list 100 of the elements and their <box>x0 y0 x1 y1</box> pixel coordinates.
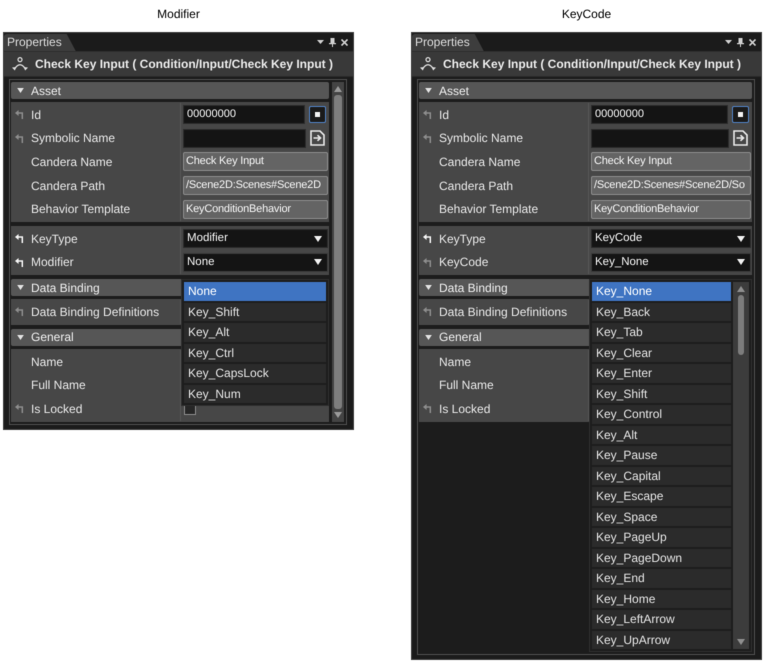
dropdown-option[interactable]: Key_Back <box>592 302 731 322</box>
dropdown-caret-icon[interactable] <box>725 40 732 44</box>
property-label: Name <box>439 354 472 369</box>
property-label: Id <box>31 108 42 122</box>
dropdown-option[interactable]: Key_CapsLock <box>184 364 326 383</box>
pin-icon[interactable] <box>329 38 336 46</box>
dropdown-option[interactable]: Key_Capital <box>592 466 731 486</box>
property-label: Symbolic Name <box>31 131 116 146</box>
close-icon[interactable] <box>749 38 756 46</box>
caret-icon <box>314 236 322 242</box>
caret-icon <box>737 259 745 266</box>
symbolic-name-field[interactable] <box>591 128 729 148</box>
property-label: KeyType <box>31 232 78 246</box>
square-icon <box>315 112 320 118</box>
readonly-field: /Scene2D:Scenes#Scene2D/So <box>591 176 751 196</box>
readonly-field: Check Key Input <box>591 152 751 172</box>
scroll-up-icon[interactable] <box>737 286 745 292</box>
return-arrow-icon[interactable] <box>15 234 24 244</box>
property-label: Candera Path <box>31 178 106 193</box>
expander-icon <box>425 88 432 93</box>
dropdown-option[interactable]: Key_Clear <box>592 344 731 362</box>
expander-icon <box>425 285 432 290</box>
scrollbar-thumb[interactable] <box>334 95 342 409</box>
property-label: Data Binding Definitions <box>439 304 568 319</box>
properties-tab[interactable]: Properties <box>4 34 76 51</box>
dropdown-field[interactable]: KeyCode <box>591 229 751 248</box>
readonly-field: /Scene2D:Scenes#Scene2D <box>183 176 328 196</box>
dropdown-option[interactable]: Key_LeftArrow <box>592 610 731 629</box>
property-label: Name <box>31 354 64 369</box>
property-label: Full Name <box>439 378 494 392</box>
scrollbar[interactable] <box>332 82 344 422</box>
dropdown-option[interactable]: Key_Escape <box>592 487 731 506</box>
dropdown-option[interactable]: Key_None <box>592 282 731 301</box>
properties-tab[interactable]: Properties <box>412 34 484 51</box>
expander-icon <box>17 88 24 93</box>
property-label: Candera Path <box>439 178 514 193</box>
dropdown-option[interactable]: Key_End <box>592 569 731 588</box>
close-icon[interactable] <box>341 38 348 46</box>
symbolic-name-field[interactable] <box>183 128 306 148</box>
dropdown-option[interactable]: Key_Control <box>592 405 731 424</box>
return-arrow-icon[interactable] <box>423 234 432 244</box>
property-label: Is Locked <box>439 402 490 416</box>
property-label: Symbolic Name <box>439 131 524 146</box>
dropdown-option[interactable]: None <box>184 282 326 301</box>
dropdown-option[interactable]: Key_PageDown <box>592 548 731 568</box>
id-button[interactable] <box>732 106 749 124</box>
scroll-up-icon[interactable] <box>334 86 342 92</box>
dropdown-option[interactable]: Key_Enter <box>592 364 731 383</box>
dropdown-option[interactable]: Key_Pause <box>592 446 731 465</box>
dropdown-field[interactable]: Key_None <box>591 252 751 272</box>
scroll-down-icon[interactable] <box>334 412 342 418</box>
object-title: Check Key Input ( Condition/Input/Check Key Input ) <box>443 57 742 71</box>
dropdown-option[interactable]: Key_Shift <box>592 384 731 404</box>
caret-icon <box>737 236 745 242</box>
dropdown-field[interactable]: None <box>183 252 328 272</box>
readonly-field: KeyConditionBehavior <box>183 200 328 219</box>
return-arrow-icon[interactable] <box>15 258 24 267</box>
figure-caption: KeyCode <box>562 7 612 21</box>
dropdown-option[interactable]: Key_Home <box>592 590 731 608</box>
property-label: Behavior Template <box>31 202 130 216</box>
dropdown-field[interactable]: Modifier <box>183 229 328 248</box>
dropdown-option[interactable]: Key_Ctrl <box>184 344 326 362</box>
expander-icon <box>17 285 24 290</box>
property-label: Candera Name <box>31 154 112 169</box>
id-field[interactable]: 00000000 <box>183 105 305 124</box>
dropdown-option[interactable]: Key_Alt <box>184 323 326 342</box>
property-label: Candera Name <box>439 154 520 169</box>
document-arrow-icon[interactable] <box>733 130 748 146</box>
category-header[interactable]: Asset <box>11 82 329 99</box>
dropdown-option[interactable]: Key_PageUp <box>592 528 731 547</box>
readonly-field: KeyConditionBehavior <box>591 200 751 219</box>
dropdown-option[interactable]: Key_Tab <box>592 323 731 342</box>
category-header[interactable]: Asset <box>419 82 752 99</box>
id-field[interactable]: 00000000 <box>591 105 728 124</box>
property-label: Id <box>439 108 450 122</box>
document-arrow-icon[interactable] <box>310 130 325 146</box>
circle-arc-arrows-icon <box>12 57 28 71</box>
dropdown-option[interactable]: Key_Space <box>592 508 731 526</box>
dropdown-option[interactable]: Key_Num <box>184 384 326 404</box>
property-label: Full Name <box>31 378 86 392</box>
dropdown-caret-icon[interactable] <box>317 40 324 44</box>
caret-icon <box>314 259 322 266</box>
object-title: Check Key Input ( Condition/Input/Check Key Input ) <box>35 57 334 71</box>
pin-icon[interactable] <box>737 38 744 46</box>
expander-icon <box>17 334 24 340</box>
readonly-field: Check Key Input <box>183 152 328 172</box>
property-label: Is Locked <box>31 402 82 416</box>
scrollbar-thumb[interactable] <box>738 295 744 356</box>
scrollbar[interactable] <box>733 282 749 650</box>
dropdown-option[interactable]: Key_UpArrow <box>592 630 731 650</box>
property-label: Modifier <box>31 255 74 270</box>
dropdown-option[interactable]: Key_Alt <box>592 426 731 444</box>
property-label: KeyType <box>439 232 486 246</box>
dropdown-option[interactable]: Key_Shift <box>184 302 326 322</box>
scroll-down-icon[interactable] <box>737 639 745 646</box>
property-label: Behavior Template <box>439 202 538 216</box>
property-label: KeyCode <box>439 255 488 270</box>
expander-icon <box>425 334 432 340</box>
property-label: Data Binding Definitions <box>31 304 160 319</box>
id-button[interactable] <box>309 106 326 124</box>
